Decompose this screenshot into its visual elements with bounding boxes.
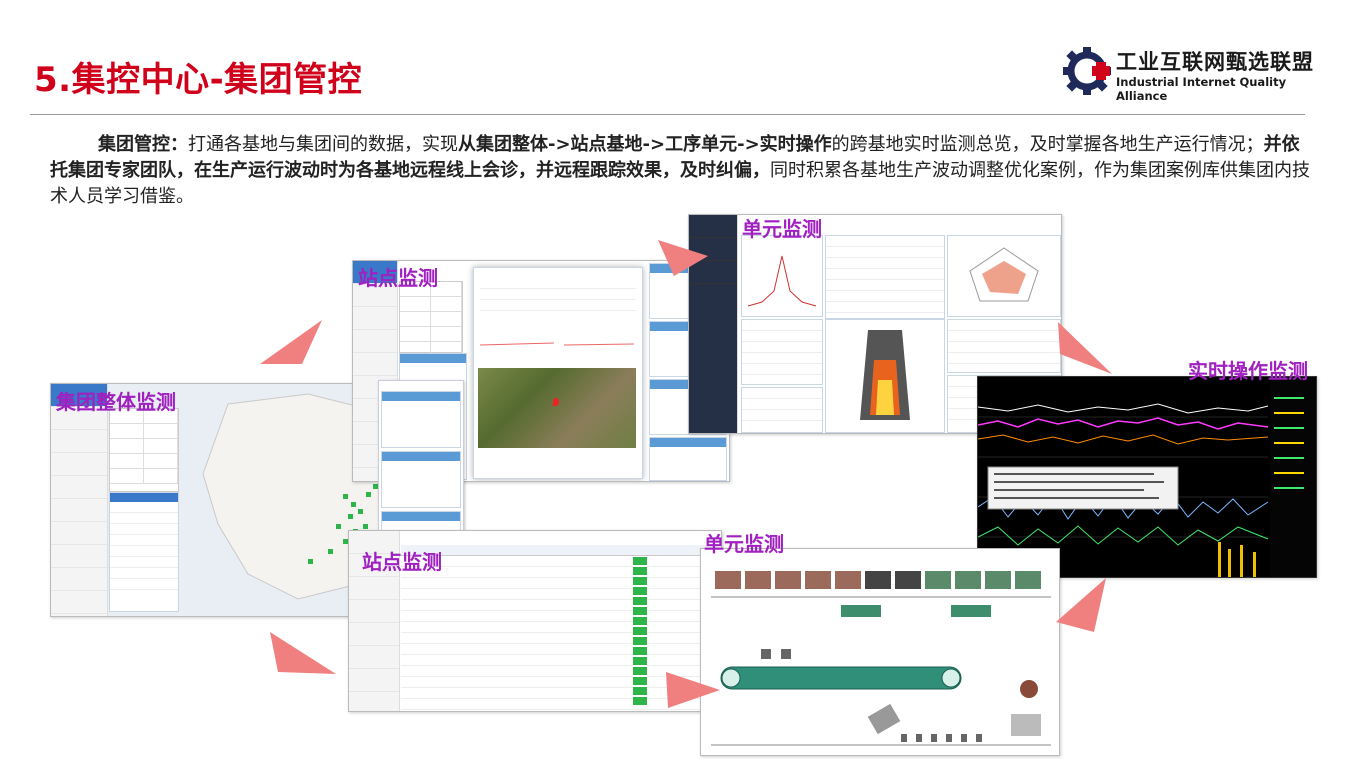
label-site-monitor-bottom: 站点监测: [362, 550, 442, 574]
arrow-left-bottom: [270, 632, 336, 674]
unit-process-screenshot: [700, 548, 1060, 756]
site-popup: [473, 267, 643, 479]
status-column: [633, 557, 647, 707]
intro-paragraph: 集团管控：打通各基地与集团间的数据，实现从集团整体->站点基地->工序单元->实…: [50, 132, 1315, 210]
intro-text-2: 的跨基地实时监测总览，及时掌握各地生产运行情况；: [831, 134, 1264, 155]
label-unit-monitor-top: 单元监测: [742, 217, 822, 241]
intro-bold-1: 从集团整体->站点基地->工序单元->实时操作: [458, 134, 832, 155]
unit-radar-panel: [947, 235, 1061, 317]
unit-params-table: [825, 235, 945, 324]
label-realtime-monitor: 实时操作监测: [1188, 359, 1308, 383]
label-unit-monitor-bottom: 单元监测: [704, 532, 784, 556]
group-notice-panel: [109, 492, 179, 612]
site-marker-icon: [553, 398, 559, 406]
logo-name-cn: 工业互联网甄选联盟: [1116, 50, 1314, 74]
alliance-logo: 工业互联网甄选联盟 Industrial Internet Quality Al…: [1062, 44, 1322, 103]
label-site-monitor-top: 站点监测: [358, 266, 438, 290]
realtime-trend-chart: [978, 377, 1316, 577]
furnace-diagram: [825, 319, 945, 433]
intro-text-1: 打通各基地与集团间的数据，实现: [188, 134, 458, 155]
arrow-bottom-center: [666, 672, 720, 708]
arrow-left-top: [260, 320, 322, 364]
site-stats-table: [399, 281, 463, 357]
unit-line-chart: [741, 235, 823, 317]
process-flow-diagram: [701, 549, 1059, 755]
arrow-right-top: [1058, 322, 1112, 374]
group-sidebar: [51, 384, 108, 616]
gear-cross-icon: [1063, 47, 1111, 95]
arrow-top-center: [658, 240, 708, 276]
site-trend-chart: [479, 342, 635, 346]
group-stats-table: [109, 408, 179, 492]
header-divider: [30, 114, 1305, 115]
satellite-map: [478, 368, 636, 448]
label-group-monitor: 集团整体监测: [56, 390, 176, 414]
logo-name-en: Industrial Internet Quality Alliance: [1116, 75, 1287, 103]
arrow-right-bottom: [1056, 578, 1106, 632]
page-title: 5.集控中心-集团管控: [34, 60, 363, 100]
intro-lead: 集团管控：: [98, 134, 188, 155]
